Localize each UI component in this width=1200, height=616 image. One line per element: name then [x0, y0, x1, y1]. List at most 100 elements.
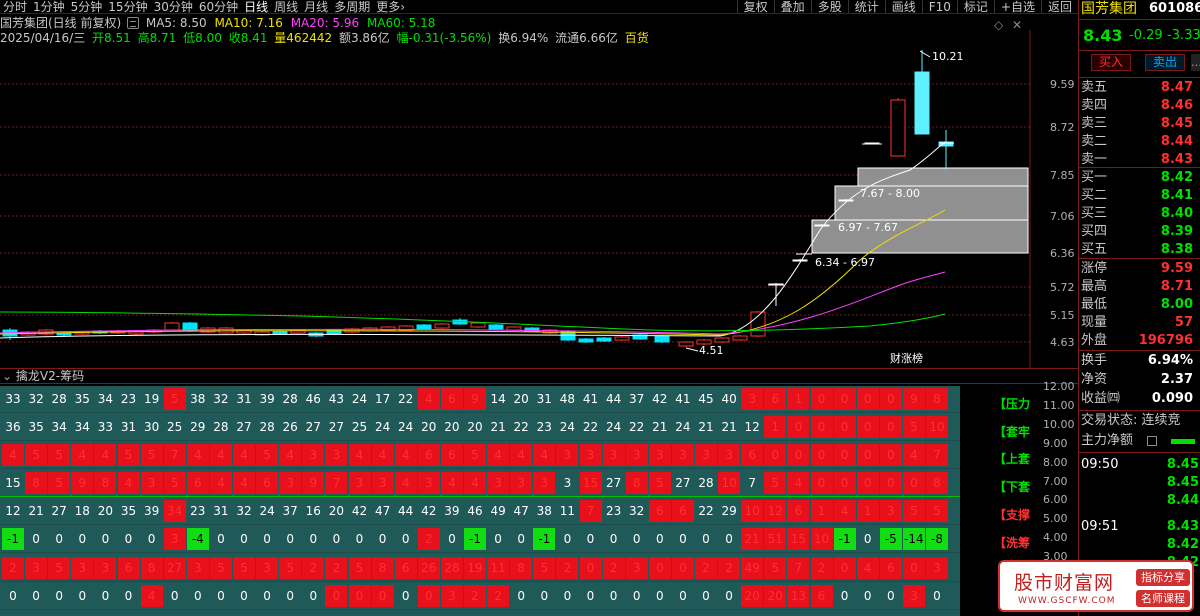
grid-separator [0, 412, 960, 413]
y-axis-label: 4.63 [1050, 336, 1075, 349]
quote-value: 8.40 [1160, 206, 1193, 221]
chip-cell: 34 [74, 420, 90, 434]
chip-cell: 2 [464, 585, 486, 607]
settings-icon[interactable] [127, 17, 140, 29]
tool-button-0[interactable]: 复权 [736, 0, 774, 13]
chip-cell: 5 [233, 557, 255, 579]
watermark-tag1: 指标分享 [1136, 569, 1190, 586]
quote-row: 收益㈣ 0.090 [1079, 390, 1200, 408]
chip-cell: 21 [652, 420, 668, 434]
sell-button[interactable]: 卖出 [1145, 54, 1185, 71]
chip-cell: 3 [348, 472, 371, 494]
chip-cell: 0 [879, 472, 902, 494]
chip-cell: 21 [741, 528, 764, 550]
chip-cell: 8 [371, 557, 394, 579]
chip-cell: 0 [309, 532, 318, 546]
chip-cell: 0 [840, 589, 849, 603]
chip-cell: 39 [259, 392, 275, 406]
chip-cell: 0 [217, 589, 225, 603]
chip-cell: 0 [833, 416, 856, 438]
period-tab-5[interactable]: 60分钟 [196, 0, 241, 13]
chip-cell: 3 [302, 444, 325, 466]
quote-value: 57 [1174, 315, 1193, 330]
chip-cell: 49 [490, 504, 506, 518]
stock-title[interactable]: 国芳集团(日线 前复权) [0, 16, 121, 30]
tool-button-7[interactable]: +自选 [993, 0, 1041, 13]
chip-cell: 7 [579, 500, 602, 522]
quote-row: 买三 8.40 [1079, 205, 1200, 223]
tool-button-4[interactable]: 画线 [884, 0, 922, 13]
stock-code: 601086 [1149, 1, 1200, 16]
chip-cell: 2 [417, 528, 440, 550]
ma-line-0 [0, 141, 946, 339]
quote-row: 换手 6.94% [1079, 352, 1200, 370]
list-icon[interactable] [1147, 436, 1157, 446]
period-tab-8[interactable]: 月线 [301, 0, 331, 13]
indicator-title[interactable]: 擒龙V2-筹码 [16, 369, 84, 383]
quote-label: 卖五 [1081, 80, 1108, 95]
tool-button-2[interactable]: 多股 [810, 0, 848, 13]
chip-cell: 0 [833, 557, 856, 579]
chip-cell: 0 [856, 472, 879, 494]
chip-cell: 0 [448, 532, 456, 546]
chip-cell: 23 [536, 420, 552, 434]
chip-cell: 3 [256, 557, 279, 579]
chip-cell: 38 [190, 392, 206, 406]
chip-cell: 24 [351, 392, 368, 406]
period-tab-9[interactable]: 多周期 [331, 0, 373, 13]
period-tab-2[interactable]: 5分钟 [68, 0, 106, 13]
chip-cell: 12 [5, 504, 21, 518]
candlestick-chart[interactable]: 9.59 8.72 7.85 7.06 6.36 5.72 5.15 4.63 7.67 - 8… [0, 30, 1078, 368]
chip-cell: 7 [325, 472, 348, 494]
chip-cell: 31 [213, 504, 229, 518]
chip-cell: 3 [718, 444, 741, 466]
chip-cell: 2 [810, 557, 833, 579]
period-tab-1[interactable]: 1分钟 [30, 0, 68, 13]
collapse-icon[interactable]: ⌄ [2, 369, 12, 383]
chip-cell: 0 [879, 416, 902, 438]
chip-cell: 5 [140, 444, 163, 466]
site-watermark: 股市财富网 WWW.GSCFW.COM 指标分享 名师课程 [998, 560, 1194, 612]
chip-cell: 0 [632, 589, 641, 603]
tool-button-1[interactable]: 叠加 [773, 0, 811, 13]
chip-cell: 3 [625, 444, 648, 466]
chip-cell: 33 [97, 420, 114, 434]
period-tab-3[interactable]: 15分钟 [105, 0, 150, 13]
high-price-label: 10.21 [932, 50, 964, 63]
chip-cell: 7 [926, 444, 948, 466]
tool-button-5[interactable]: F10 [921, 0, 957, 13]
chip-cell: 6 [117, 557, 140, 579]
quote-row: 卖三 8.45 [1079, 115, 1200, 133]
period-tab-10[interactable]: 更多› [373, 0, 408, 13]
watermark-url: WWW.GSCFW.COM [1018, 596, 1116, 606]
chip-cell: 27 [51, 504, 67, 518]
period-tab-7[interactable]: 周线 [271, 0, 301, 13]
chip-cell: 20 [421, 420, 437, 434]
chip-cell: 5 [163, 472, 186, 494]
tick-row: 8.45 [1079, 474, 1200, 492]
chip-cell: 28 [440, 557, 463, 579]
period-tab-6[interactable]: 日线 [241, 0, 271, 13]
chip-cell: 4 [533, 444, 556, 466]
period-tab-4[interactable]: 30分钟 [151, 0, 196, 13]
chip-cell: 51 [764, 528, 787, 550]
chip-cell: 6 [764, 388, 787, 410]
candle [128, 331, 144, 335]
chip-cell: 0 [863, 532, 872, 546]
period-tab-0[interactable]: 分时 [0, 0, 30, 13]
buy-button[interactable]: 买入 [1091, 54, 1131, 71]
chip-cell: 0 [863, 589, 872, 603]
tool-button-6[interactable]: 标记 [956, 0, 994, 13]
chip-cell: 4 [417, 388, 440, 410]
chip-cell: 5 [902, 416, 925, 438]
chip-cell: 29 [190, 420, 206, 434]
tool-button-3[interactable]: 统计 [847, 0, 885, 13]
tool-button-8[interactable]: 返回 [1040, 0, 1078, 13]
rank-badge[interactable]: 财涨榜 [890, 351, 923, 365]
chip-cell: 17 [374, 392, 391, 406]
chip-cell: 20 [764, 585, 787, 607]
chip-cell: 4 [371, 444, 394, 466]
quote-label: 买五 [1081, 242, 1108, 257]
chip-cell: 0 [879, 444, 902, 466]
more-icon[interactable]: … [1191, 54, 1200, 71]
